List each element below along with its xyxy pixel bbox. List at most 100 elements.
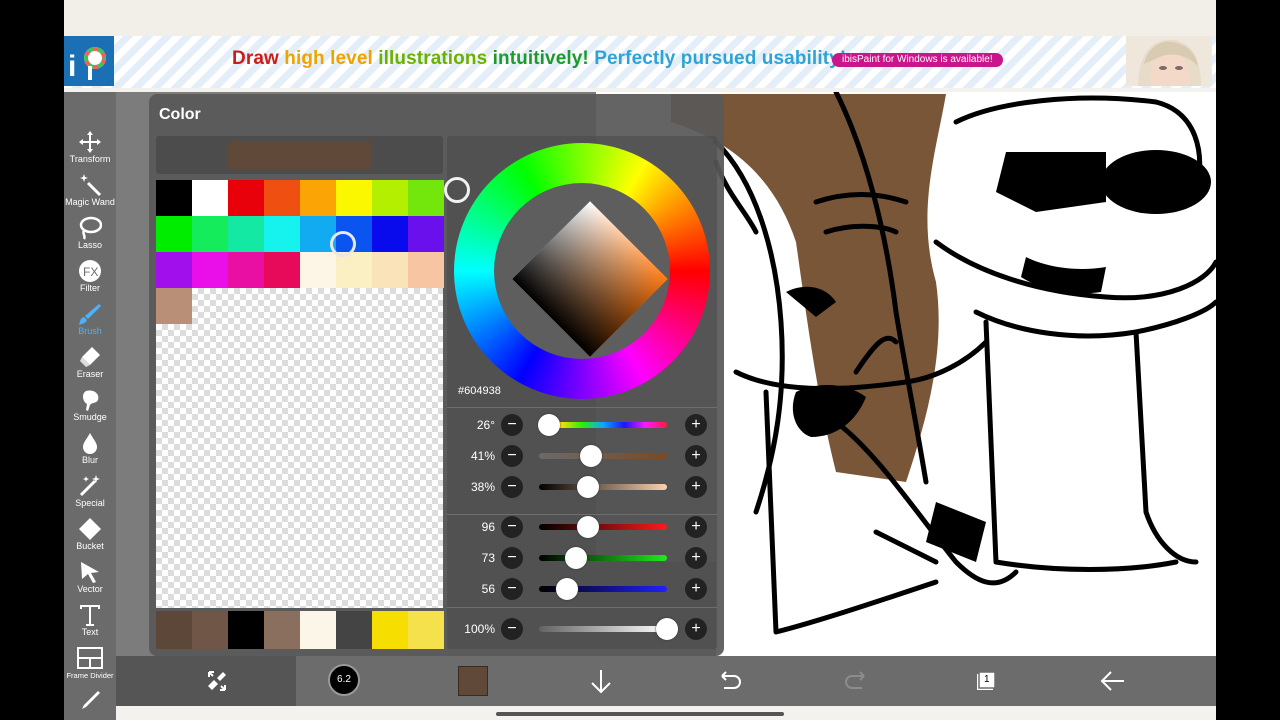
history-swatch[interactable]: [300, 611, 336, 649]
swap-tool-button[interactable]: [200, 664, 234, 698]
ibispaint-logo: i: [64, 36, 114, 86]
palette-swatch[interactable]: [372, 180, 408, 216]
palette-swatch[interactable]: [192, 180, 228, 216]
palette-swatch[interactable]: [408, 180, 444, 216]
eraser-icon: [80, 347, 100, 367]
current-color-swatch: [228, 141, 372, 169]
palette-swatch[interactable]: [372, 252, 408, 288]
layer-down-button[interactable]: [584, 664, 618, 698]
slider-track[interactable]: [539, 626, 667, 632]
decrement-button[interactable]: −: [501, 414, 523, 436]
ad-banner[interactable]: i Draw high level illustrations intuitiv…: [64, 36, 1216, 88]
slider-value: 38%: [470, 480, 495, 494]
tool-label-transform: Transform: [69, 154, 111, 164]
slider-knob[interactable]: [576, 516, 599, 538]
brush-size-button[interactable]: 6.2: [328, 664, 362, 698]
decrement-button[interactable]: −: [501, 516, 523, 538]
palette-swatch[interactable]: [336, 252, 372, 288]
palette-swatch[interactable]: [156, 288, 192, 324]
palette-swatch[interactable]: [228, 180, 264, 216]
arrow-down-icon: [591, 670, 611, 694]
increment-button[interactable]: +: [685, 547, 707, 569]
slider-track[interactable]: [539, 524, 667, 530]
decrement-button[interactable]: −: [501, 547, 523, 569]
slider-knob[interactable]: [538, 414, 561, 436]
ad-badge[interactable]: ibisPaint for Windows is available!: [832, 53, 1003, 67]
slider-knob[interactable]: [565, 547, 588, 569]
slider-knob[interactable]: [576, 476, 599, 498]
increment-button[interactable]: +: [685, 414, 707, 436]
tool-text[interactable]: Text: [64, 603, 116, 646]
tool-vector[interactable]: Vector: [64, 560, 116, 603]
hue-cursor[interactable]: [444, 177, 470, 203]
tool-special[interactable]: Special: [64, 474, 116, 517]
color-palette[interactable]: [156, 180, 444, 608]
decrement-button[interactable]: −: [501, 445, 523, 467]
increment-button[interactable]: +: [685, 445, 707, 467]
current-color-button[interactable]: [456, 664, 490, 698]
redo-button[interactable]: [840, 664, 874, 698]
ad-headline-part-5: Perfectly pursued usability!: [594, 48, 847, 69]
palette-swatch[interactable]: [408, 252, 444, 288]
slider-knob[interactable]: [656, 618, 678, 640]
palette-swatch[interactable]: [156, 180, 192, 216]
history-swatch[interactable]: [336, 611, 372, 649]
tool-brush[interactable]: Brush: [64, 302, 116, 345]
tool-eraser[interactable]: Eraser: [64, 345, 116, 388]
history-swatch[interactable]: [192, 611, 228, 649]
color-picker[interactable]: #604938: [447, 136, 717, 649]
slider-knob[interactable]: [580, 445, 603, 467]
slider-track[interactable]: [539, 484, 667, 490]
history-swatch[interactable]: [228, 611, 264, 649]
layers-button[interactable]: 1: [968, 664, 1002, 698]
palette-swatch[interactable]: [372, 216, 408, 252]
slider-separator: [447, 407, 717, 408]
history-swatch[interactable]: [156, 611, 192, 649]
tool-blur[interactable]: Blur: [64, 431, 116, 474]
slider-track[interactable]: [539, 453, 667, 459]
color-history[interactable]: [156, 611, 444, 649]
brush-eraser-swap-icon: [208, 671, 226, 691]
decrement-button[interactable]: −: [501, 578, 523, 600]
palette-swatch[interactable]: [192, 252, 228, 288]
palette-swatch[interactable]: [300, 252, 336, 288]
sv-cursor[interactable]: [330, 231, 356, 257]
tool-more[interactable]: [64, 689, 116, 719]
slider-track[interactable]: [539, 555, 667, 561]
tool-smudge[interactable]: Smudge: [64, 388, 116, 431]
palette-swatch[interactable]: [192, 216, 228, 252]
palette-swatch[interactable]: [228, 216, 264, 252]
decrement-button[interactable]: −: [501, 618, 523, 640]
increment-button[interactable]: +: [685, 618, 707, 640]
history-swatch[interactable]: [408, 611, 444, 649]
slider-knob[interactable]: [556, 578, 579, 600]
palette-swatch[interactable]: [264, 216, 300, 252]
increment-button[interactable]: +: [685, 578, 707, 600]
tool-lasso[interactable]: Lasso: [64, 216, 116, 259]
tool-transform[interactable]: Transform: [64, 130, 116, 173]
tool-label-lasso: Lasso: [77, 240, 103, 250]
palette-swatch[interactable]: [156, 216, 192, 252]
history-swatch[interactable]: [372, 611, 408, 649]
palette-swatch[interactable]: [228, 252, 264, 288]
decrement-button[interactable]: −: [501, 476, 523, 498]
palette-swatch[interactable]: [336, 180, 372, 216]
tool-magic-wand[interactable]: Magic Wand: [64, 173, 116, 216]
palette-swatch[interactable]: [264, 252, 300, 288]
text-icon: [80, 605, 100, 626]
history-swatch[interactable]: [264, 611, 300, 649]
current-color-chip: [458, 666, 488, 696]
palette-swatch[interactable]: [156, 252, 192, 288]
undo-button[interactable]: [712, 664, 746, 698]
brush-size-label: 6.2: [328, 664, 360, 696]
palette-swatch[interactable]: [408, 216, 444, 252]
increment-button[interactable]: +: [685, 476, 707, 498]
tool-frame-divider[interactable]: Frame Divider: [64, 646, 116, 689]
palette-swatch[interactable]: [300, 180, 336, 216]
svg-text:i: i: [68, 50, 76, 83]
increment-button[interactable]: +: [685, 516, 707, 538]
tool-filter[interactable]: FX Filter: [64, 259, 116, 302]
back-button[interactable]: [1096, 664, 1130, 698]
palette-swatch[interactable]: [264, 180, 300, 216]
tool-bucket[interactable]: Bucket: [64, 517, 116, 560]
